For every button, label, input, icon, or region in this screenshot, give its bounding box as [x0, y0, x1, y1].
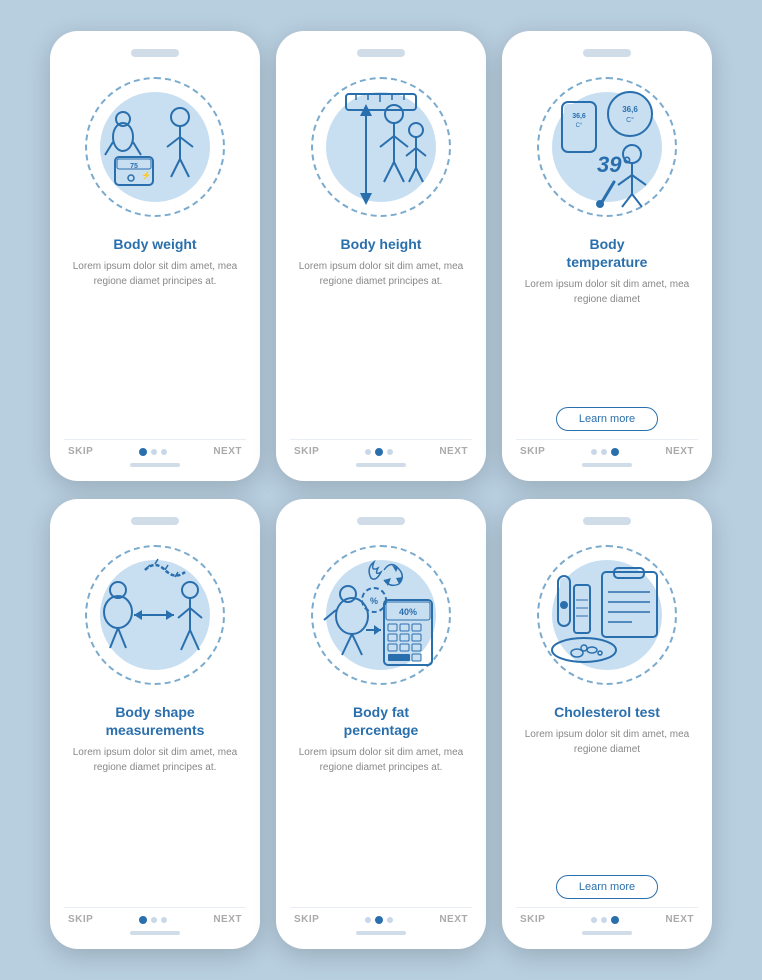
card-body-fat: 40%: [276, 499, 486, 949]
dots-1: [365, 448, 393, 456]
skip-button-5[interactable]: SKIP: [520, 914, 545, 925]
dot-1-1: [375, 448, 383, 456]
card-title-cholesterol: Cholesterol test: [554, 703, 660, 721]
dot-3-0: [139, 916, 147, 924]
icon-area-body-temperature: 36,6 C° 36,6 C° 39°: [527, 67, 687, 227]
dots-5: [591, 916, 619, 924]
body-fat-icon: 40%: [316, 550, 446, 680]
skip-button-4[interactable]: SKIP: [294, 914, 319, 925]
icon-area-body-height: [301, 67, 461, 227]
dot-5-0: [591, 917, 597, 923]
dot-0-1: [151, 449, 157, 455]
skip-button-2[interactable]: SKIP: [520, 446, 545, 457]
next-button-4[interactable]: NEXT: [439, 914, 468, 925]
svg-text:36,6: 36,6: [622, 105, 638, 114]
nav-bar-body-shape: SKIP NEXT: [64, 907, 246, 925]
dot-0-0: [139, 448, 147, 456]
dot-3-2: [161, 917, 167, 923]
dot-3-1: [151, 917, 157, 923]
dot-0-2: [161, 449, 167, 455]
body-temperature-icon: 36,6 C° 36,6 C° 39°: [542, 82, 672, 212]
card-body-height: Body height Lorem ipsum dolor sit dim am…: [276, 31, 486, 481]
card-body-weight: 75 ⚡ Body weight Lorem ipsum dolor sit d…: [50, 31, 260, 481]
icon-area-cholesterol: [527, 535, 687, 695]
svg-text:C°: C°: [626, 116, 634, 124]
nav-bar-body-temperature: SKIP NEXT: [516, 439, 698, 457]
cholesterol-test-icon: [542, 550, 672, 680]
nav-bar-cholesterol: SKIP NEXT: [516, 907, 698, 925]
card-body-text-body-shape: Lorem ipsum dolor sit dim amet, mea regi…: [64, 745, 246, 907]
dots-4: [365, 916, 393, 924]
card-title-body-weight: Body weight: [113, 235, 196, 253]
card-body-text-body-height: Lorem ipsum dolor sit dim amet, mea regi…: [290, 259, 472, 439]
body-height-icon: [316, 82, 446, 212]
learn-more-button-cholesterol[interactable]: Learn more: [556, 875, 658, 899]
svg-text:40%: 40%: [399, 607, 417, 617]
svg-text:75: 75: [130, 163, 138, 170]
nav-bar-body-height: SKIP NEXT: [290, 439, 472, 457]
card-grid: 75 ⚡ Body weight Lorem ipsum dolor sit d…: [30, 11, 732, 969]
card-body-text-body-fat: Lorem ipsum dolor sit dim amet, mea regi…: [290, 745, 472, 907]
card-body-shape: Body shape measurements Lorem ipsum dolo…: [50, 499, 260, 949]
nav-bar-body-weight: SKIP NEXT: [64, 439, 246, 457]
dot-2-0: [591, 449, 597, 455]
svg-text:⚡: ⚡: [141, 170, 151, 180]
dot-5-2: [611, 916, 619, 924]
next-button-0[interactable]: NEXT: [213, 446, 242, 457]
icon-area-body-weight: 75 ⚡: [75, 67, 235, 227]
card-title-body-shape: Body shape measurements: [106, 703, 205, 739]
dots-2: [591, 448, 619, 456]
dot-4-0: [365, 917, 371, 923]
body-weight-icon: 75 ⚡: [95, 87, 215, 207]
next-button-3[interactable]: NEXT: [213, 914, 242, 925]
card-title-body-temperature: Body temperature: [567, 235, 648, 271]
svg-text:39°: 39°: [597, 152, 630, 177]
dot-4-1: [375, 916, 383, 924]
card-body-text-body-temperature: Lorem ipsum dolor sit dim amet, mea regi…: [516, 277, 698, 401]
next-button-2[interactable]: NEXT: [665, 446, 694, 457]
next-button-1[interactable]: NEXT: [439, 446, 468, 457]
dot-4-2: [387, 917, 393, 923]
skip-button-0[interactable]: SKIP: [68, 446, 93, 457]
svg-text:%: %: [370, 596, 378, 606]
nav-bar-body-fat: SKIP NEXT: [290, 907, 472, 925]
learn-more-button-temperature[interactable]: Learn more: [556, 407, 658, 431]
skip-button-3[interactable]: SKIP: [68, 914, 93, 925]
dot-5-1: [601, 917, 607, 923]
card-body-text-body-weight: Lorem ipsum dolor sit dim amet, mea regi…: [64, 259, 246, 439]
icon-area-body-shape: [75, 535, 235, 695]
dot-2-2: [611, 448, 619, 456]
card-body-text-cholesterol: Lorem ipsum dolor sit dim amet, mea regi…: [516, 727, 698, 869]
skip-button-1[interactable]: SKIP: [294, 446, 319, 457]
dot-2-1: [601, 449, 607, 455]
body-shape-icon: [90, 550, 220, 680]
card-cholesterol: Cholesterol test Lorem ipsum dolor sit d…: [502, 499, 712, 949]
svg-text:C°: C°: [576, 123, 583, 129]
dot-1-2: [387, 449, 393, 455]
next-button-5[interactable]: NEXT: [665, 914, 694, 925]
card-body-temperature: 36,6 C° 36,6 C° 39° Body temperatur: [502, 31, 712, 481]
dot-1-0: [365, 449, 371, 455]
icon-area-body-fat: 40%: [301, 535, 461, 695]
svg-text:36,6: 36,6: [572, 113, 586, 120]
dots-0: [139, 448, 167, 456]
card-title-body-fat: Body fat percentage: [344, 703, 419, 739]
card-title-body-height: Body height: [341, 235, 422, 253]
dots-3: [139, 916, 167, 924]
